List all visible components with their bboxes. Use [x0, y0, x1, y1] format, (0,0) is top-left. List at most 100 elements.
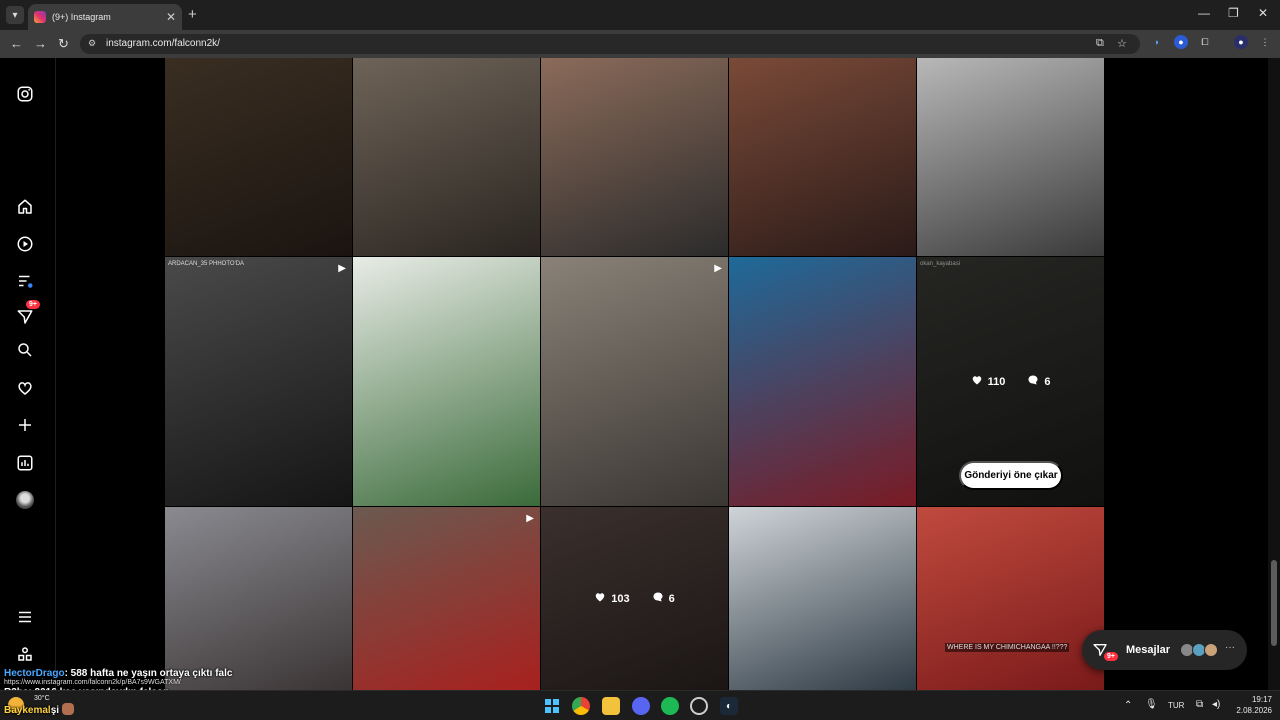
weather-temp: 30°C [34, 695, 50, 702]
create-plus-icon[interactable] [14, 414, 36, 436]
post-tile[interactable]: ▶ [353, 507, 540, 690]
likes-count: 110 [987, 375, 1006, 388]
more-menu-icon[interactable] [14, 606, 36, 628]
likes-count: 103 [611, 592, 630, 605]
notification-badge: 9+ [26, 300, 40, 309]
chat-emote-icon [62, 703, 74, 715]
more-icon[interactable]: ··· [1225, 642, 1235, 653]
scrollbar[interactable] [1268, 58, 1280, 690]
reload-icon[interactable]: ↻ [58, 36, 69, 52]
feed-filter-icon[interactable] [14, 270, 36, 292]
site-info-icon[interactable]: ⚙ [88, 38, 100, 50]
comments-count: 6 [1044, 375, 1051, 388]
post-tile[interactable] [729, 257, 916, 506]
post-tile[interactable] [729, 507, 916, 690]
windows-start-icon[interactable] [543, 697, 561, 715]
chat-link: https://www.instagram.com/falconn2k/p/BA… [4, 679, 181, 686]
chat-message: Baykemalşi [4, 705, 59, 716]
comments-stat: 6 [1027, 374, 1050, 389]
search-icon[interactable] [14, 339, 36, 361]
new-tab-icon[interactable]: + [188, 6, 197, 23]
tab-search-icon[interactable]: ▾ [6, 6, 24, 24]
post-tile[interactable] [353, 58, 540, 256]
volume-icon[interactable]: ◂) [1212, 699, 1220, 710]
post-tile[interactable] [165, 58, 352, 256]
likes-stat: 103 [594, 591, 630, 606]
app-icon[interactable] [690, 697, 708, 715]
language-indicator[interactable]: TUR [1168, 701, 1184, 710]
extension-audio-icon[interactable]: ◗ [1150, 35, 1164, 49]
profile-avatar-icon[interactable]: ● [1234, 35, 1248, 49]
steam-icon[interactable]: ◐ [720, 697, 738, 715]
scrollbar-thumb[interactable] [1271, 560, 1277, 646]
post-tile[interactable] [917, 58, 1104, 256]
also-from-meta-icon[interactable] [14, 643, 36, 665]
instagram-sidebar: 9+ [0, 58, 56, 690]
pin-post-button[interactable]: Gönderiyi öne çıkar [959, 461, 1063, 490]
heart-icon [594, 591, 606, 606]
post-tile[interactable] [353, 257, 540, 506]
post-tile[interactable]: WHERE IS MY CHIMICHANGAA !!??? [917, 507, 1104, 690]
browser-tabbar: ▾ (9+) Instagram ✕ + — ❐ ✕ [0, 0, 1280, 30]
post-caption: WHERE IS MY CHIMICHANGAA !!??? [945, 643, 1070, 652]
back-icon[interactable]: ← [10, 36, 23, 51]
clock-time[interactable]: 19:17 [1238, 695, 1272, 704]
post-tile[interactable]: ▶ ARDACAN_35 PHHOTO'DA [165, 257, 352, 506]
minimize-icon[interactable]: — [1198, 6, 1210, 20]
install-app-icon[interactable]: ⧉ [1096, 37, 1104, 50]
messages-label: Mesajlar [1126, 644, 1171, 656]
microphone-icon[interactable]: 🎙 [1145, 699, 1158, 710]
tab-title: (9+) Instagram [52, 12, 111, 22]
browser-tab[interactable]: (9+) Instagram ✕ [28, 4, 182, 30]
comments-count: 6 [668, 592, 675, 605]
close-window-icon[interactable]: ✕ [1258, 6, 1268, 20]
reel-icon: ▶ [714, 263, 722, 274]
chat-text: : 588 hafta ne yaşın ortaya çıktı falc [64, 668, 233, 679]
extensions-puzzle-icon[interactable]: ⧠ [1198, 35, 1212, 49]
url-input[interactable]: ⚙ instagram.com/falconn2k/ ⧉ ☆ [80, 34, 1140, 54]
tray-chevron-icon[interactable]: ⌃ [1124, 700, 1132, 711]
instagram-favicon-icon [34, 11, 46, 23]
tab-close-icon[interactable]: ✕ [166, 10, 176, 24]
network-icon[interactable]: ⧉ [1196, 699, 1203, 710]
chat-username: Baykemal [4, 705, 51, 716]
url-text: instagram.com/falconn2k/ [106, 38, 220, 49]
maximize-icon[interactable]: ❐ [1228, 6, 1239, 20]
notifications-heart-icon[interactable] [14, 377, 36, 399]
avatar [1204, 643, 1218, 657]
post-tile[interactable] [165, 507, 352, 690]
reels-icon[interactable] [14, 233, 36, 255]
extension-blue-icon[interactable]: ● [1174, 35, 1188, 49]
profile-post-grid: ▶ ARDACAN_35 PHHOTO'DA ▶ okan_kayabasi 110 6 ▶… [165, 58, 1104, 690]
dashboard-icon[interactable] [14, 452, 36, 474]
comment-icon [1027, 374, 1039, 389]
post-tile[interactable] [541, 58, 728, 256]
messages-floating-button[interactable]: 9+ Mesajlar ··· [1082, 630, 1247, 670]
post-tile[interactable] [729, 58, 916, 256]
chat-text: şi [50, 705, 60, 716]
discord-icon[interactable] [632, 697, 650, 715]
post-hover-overlay: 103 6 [541, 507, 728, 690]
post-tile[interactable]: 103 6 [541, 507, 728, 690]
messages-icon[interactable]: 9+ [14, 300, 40, 328]
likes-stat: 110 [971, 374, 1006, 389]
chat-username: HectorDrago [4, 668, 65, 679]
post-tile[interactable]: ▶ [541, 257, 728, 506]
reel-icon: ▶ [338, 263, 346, 274]
clock-date[interactable]: 2.08.2026 [1222, 706, 1272, 715]
profile-avatar[interactable] [14, 489, 36, 511]
chrome-icon[interactable] [572, 697, 590, 715]
heart-icon [971, 374, 983, 389]
address-bar: ← → ↻ ⚙ instagram.com/falconn2k/ ⧉ ☆ ◗ ●… [0, 30, 1280, 58]
spotify-icon[interactable] [661, 697, 679, 715]
browser-menu-icon[interactable]: ⋮ [1258, 35, 1272, 49]
chat-message: HectorDrago: 588 hafta ne yaşın ortaya ç… [4, 668, 232, 679]
comments-stat: 6 [652, 591, 675, 606]
home-icon[interactable] [14, 196, 36, 218]
instagram-logo-icon[interactable] [14, 83, 36, 105]
file-explorer-icon[interactable] [602, 697, 620, 715]
windows-taskbar: 30°C Baykemalşi ◐ ⌃ 🎙 TUR ⧉ ◂) 19:17 2.0… [0, 690, 1280, 720]
forward-icon[interactable]: → [34, 36, 47, 51]
messages-badge: 9+ [1104, 652, 1118, 661]
bookmark-star-icon[interactable]: ☆ [1117, 37, 1127, 50]
